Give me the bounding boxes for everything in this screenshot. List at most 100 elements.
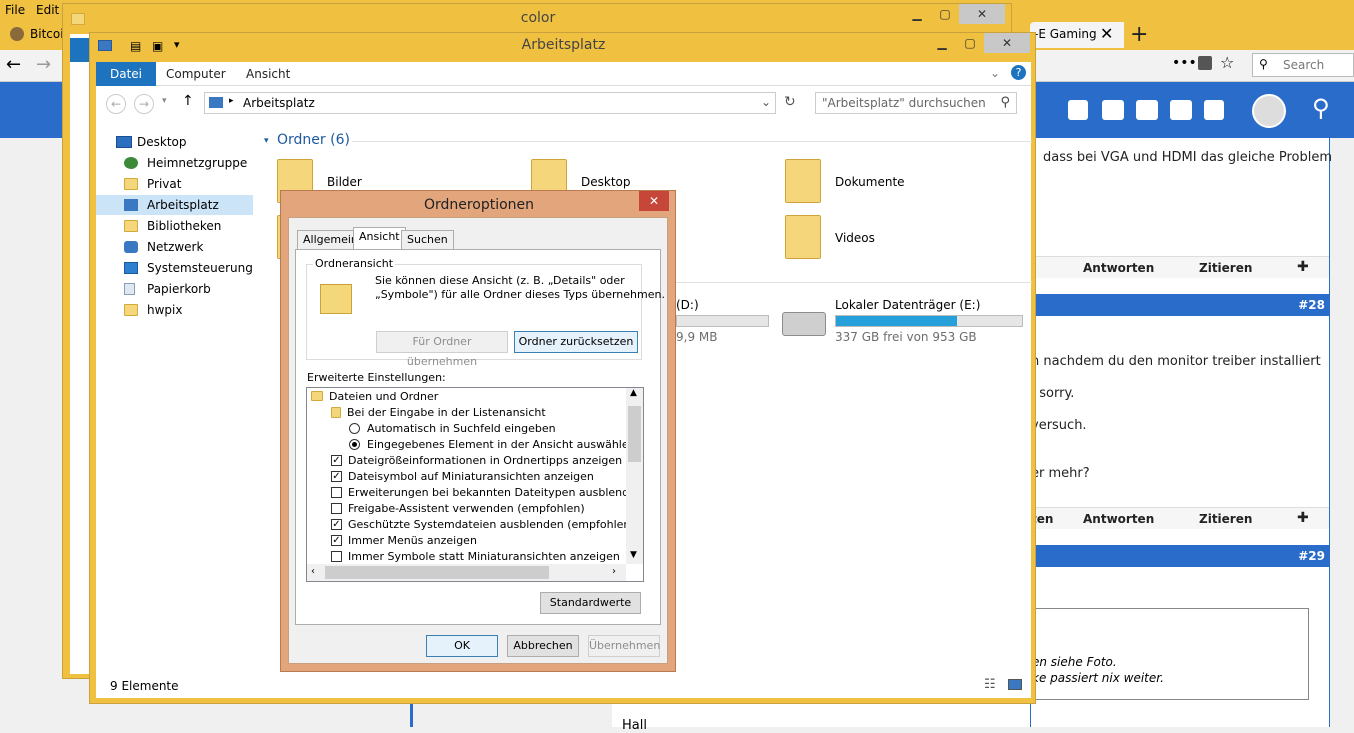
- quote-button[interactable]: Zitieren: [1199, 261, 1252, 275]
- forward-icon[interactable]: →: [134, 94, 154, 114]
- radio-button[interactable]: [349, 439, 360, 450]
- new-folder-icon[interactable]: ▣: [152, 39, 163, 53]
- minimize-button[interactable]: ▁: [903, 4, 931, 24]
- refresh-icon[interactable]: ↻: [784, 94, 796, 110]
- tab-ansicht[interactable]: Ansicht: [353, 227, 406, 250]
- tree-row[interactable]: Dateien und Ordner: [311, 389, 438, 405]
- folder-label[interactable]: Bilder: [327, 175, 362, 189]
- checkbox[interactable]: [331, 551, 342, 562]
- group-title[interactable]: Ordner (6): [277, 132, 350, 148]
- close-tab-icon[interactable]: ✕: [1100, 24, 1113, 43]
- browser-tab-partial[interactable]: Bitcoi: [30, 27, 64, 41]
- post-number[interactable]: #28: [1298, 298, 1325, 312]
- folder-label[interactable]: Videos: [835, 231, 875, 245]
- address-input[interactable]: ▸ Arbeitsplatz ⌄: [204, 92, 776, 114]
- scroll-right-icon[interactable]: ›: [612, 566, 616, 577]
- details-view-icon[interactable]: ☷: [984, 677, 996, 692]
- avatar[interactable]: [1252, 94, 1286, 128]
- quote-button[interactable]: Zitieren: [1199, 512, 1252, 526]
- scroll-left-icon[interactable]: ‹: [311, 566, 315, 577]
- post-number[interactable]: #29: [1298, 549, 1325, 563]
- new-tab-icon[interactable]: +: [1130, 22, 1148, 47]
- reply-button[interactable]: Antworten: [1083, 512, 1154, 526]
- checkbox[interactable]: ✓: [331, 535, 342, 546]
- scrollbar-thumb[interactable]: [325, 566, 549, 579]
- recent-dropdown-icon[interactable]: ▾: [162, 96, 167, 106]
- browser-search-input[interactable]: ⚲ Search: [1252, 53, 1354, 77]
- up-icon[interactable]: ↑: [182, 93, 194, 109]
- browser-tab[interactable]: -E Gaming ✕: [1030, 22, 1124, 48]
- tree-row[interactable]: ✓ Dateisymbol auf Miniaturansichten anze…: [331, 469, 594, 485]
- vertical-scrollbar[interactable]: ▲ ▼: [626, 388, 643, 564]
- menu-edit[interactable]: Edit: [36, 3, 59, 17]
- reset-folders-button[interactable]: Ordner zurücksetzen: [514, 331, 638, 353]
- back-icon[interactable]: ←: [6, 54, 21, 75]
- close-button[interactable]: ✕: [639, 191, 669, 211]
- restore-defaults-button[interactable]: Standardwerte: [540, 592, 641, 614]
- help-icon[interactable]: ?: [1011, 65, 1026, 80]
- menu-file[interactable]: File: [5, 3, 25, 17]
- googleplus-icon[interactable]: [1136, 100, 1158, 120]
- horizontal-scrollbar[interactable]: ‹ ›: [307, 564, 626, 581]
- cancel-button[interactable]: Abbrechen: [507, 635, 579, 657]
- nav-item-homegroup[interactable]: Heimnetzgruppe: [110, 153, 250, 173]
- scroll-down-icon[interactable]: ▼: [630, 550, 637, 560]
- pocket-icon[interactable]: [1198, 56, 1212, 70]
- youtube-icon[interactable]: [1170, 100, 1192, 120]
- large-icons-view-icon[interactable]: [1008, 679, 1022, 690]
- properties-icon[interactable]: ▤: [130, 39, 141, 53]
- tree-row[interactable]: ✓ Geschützte Systemdateien ausblenden (e…: [331, 517, 635, 533]
- tree-row[interactable]: ✓ Dateigrößeinformationen in Ordnertipps…: [331, 453, 622, 469]
- multiquote-icon[interactable]: ✚: [1297, 259, 1309, 275]
- rss-icon[interactable]: [1204, 100, 1224, 120]
- hard-drive-icon[interactable]: [782, 312, 826, 336]
- multiquote-icon[interactable]: ✚: [1297, 510, 1309, 526]
- drive-label[interactable]: Lokaler Datenträger (E:): [835, 298, 980, 312]
- nav-item-desktop[interactable]: Desktop: [110, 132, 250, 152]
- quick-access-dropdown-icon[interactable]: ▾: [174, 38, 180, 51]
- tab-suchen[interactable]: Suchen: [401, 230, 454, 250]
- tree-row[interactable]: ✓ Immer Menüs anzeigen: [331, 533, 477, 549]
- forward-icon[interactable]: →: [36, 54, 51, 75]
- tree-row[interactable]: Bei der Eingabe in der Listenansicht: [329, 405, 546, 421]
- tree-row[interactable]: Freigabe-Assistent verwenden (empfohlen): [331, 501, 585, 517]
- videos-folder-icon[interactable]: [785, 215, 821, 259]
- close-button[interactable]: ✕: [959, 4, 1005, 24]
- tree-row[interactable]: Immer Symbole statt Miniaturansichten an…: [331, 549, 620, 565]
- minimize-button[interactable]: ▁: [928, 33, 956, 53]
- nav-item-papierkorb[interactable]: Papierkorb: [110, 279, 250, 299]
- apply-to-folders-button[interactable]: Für Ordner übernehmen: [376, 331, 508, 368]
- tab-computer[interactable]: Computer: [152, 62, 240, 86]
- maximize-button[interactable]: ▢: [956, 33, 984, 53]
- tab-datei[interactable]: Datei: [96, 62, 157, 86]
- checkbox[interactable]: [331, 487, 342, 498]
- breadcrumb-arrow-icon[interactable]: ▸: [229, 96, 234, 106]
- twitter-icon[interactable]: [1102, 100, 1124, 120]
- close-button[interactable]: ✕: [984, 33, 1030, 53]
- chevron-down-icon[interactable]: ⌄: [990, 66, 1000, 80]
- checkbox[interactable]: [331, 503, 342, 514]
- reply-button[interactable]: Antworten: [1083, 261, 1154, 275]
- nav-item-netzwerk[interactable]: Netzwerk: [110, 237, 250, 257]
- folder-label[interactable]: Dokumente: [835, 175, 905, 189]
- checkbox[interactable]: ✓: [331, 455, 342, 466]
- folder-label[interactable]: Desktop: [581, 175, 631, 189]
- nav-item-arbeitsplatz[interactable]: Arbeitsplatz: [96, 195, 253, 215]
- bookmark-star-icon[interactable]: ☆: [1220, 53, 1234, 72]
- tab-ansicht[interactable]: Ansicht: [232, 62, 304, 86]
- facebook-icon[interactable]: [1068, 100, 1088, 120]
- more-icon[interactable]: •••: [1172, 55, 1197, 71]
- checkbox[interactable]: ✓: [331, 471, 342, 482]
- explorer-search-input[interactable]: "Arbeitsplatz" durchsuchen ⚲: [815, 92, 1017, 114]
- nav-item-privat[interactable]: Privat: [110, 174, 250, 194]
- site-search-icon[interactable]: ⚲: [1312, 94, 1330, 122]
- chevron-down-icon[interactable]: ⌄: [761, 95, 771, 109]
- nav-item-systemsteuerung[interactable]: Systemsteuerung: [110, 258, 253, 278]
- checkbox[interactable]: ✓: [331, 519, 342, 530]
- apply-button[interactable]: Übernehmen: [588, 635, 660, 657]
- collapse-group-icon[interactable]: ▾: [264, 136, 269, 146]
- nav-item-bibliotheken[interactable]: Bibliotheken: [110, 216, 250, 236]
- drive-label[interactable]: (D:): [676, 298, 699, 312]
- tree-row[interactable]: Automatisch in Suchfeld eingeben: [349, 421, 556, 437]
- scrollbar-thumb[interactable]: [628, 406, 641, 462]
